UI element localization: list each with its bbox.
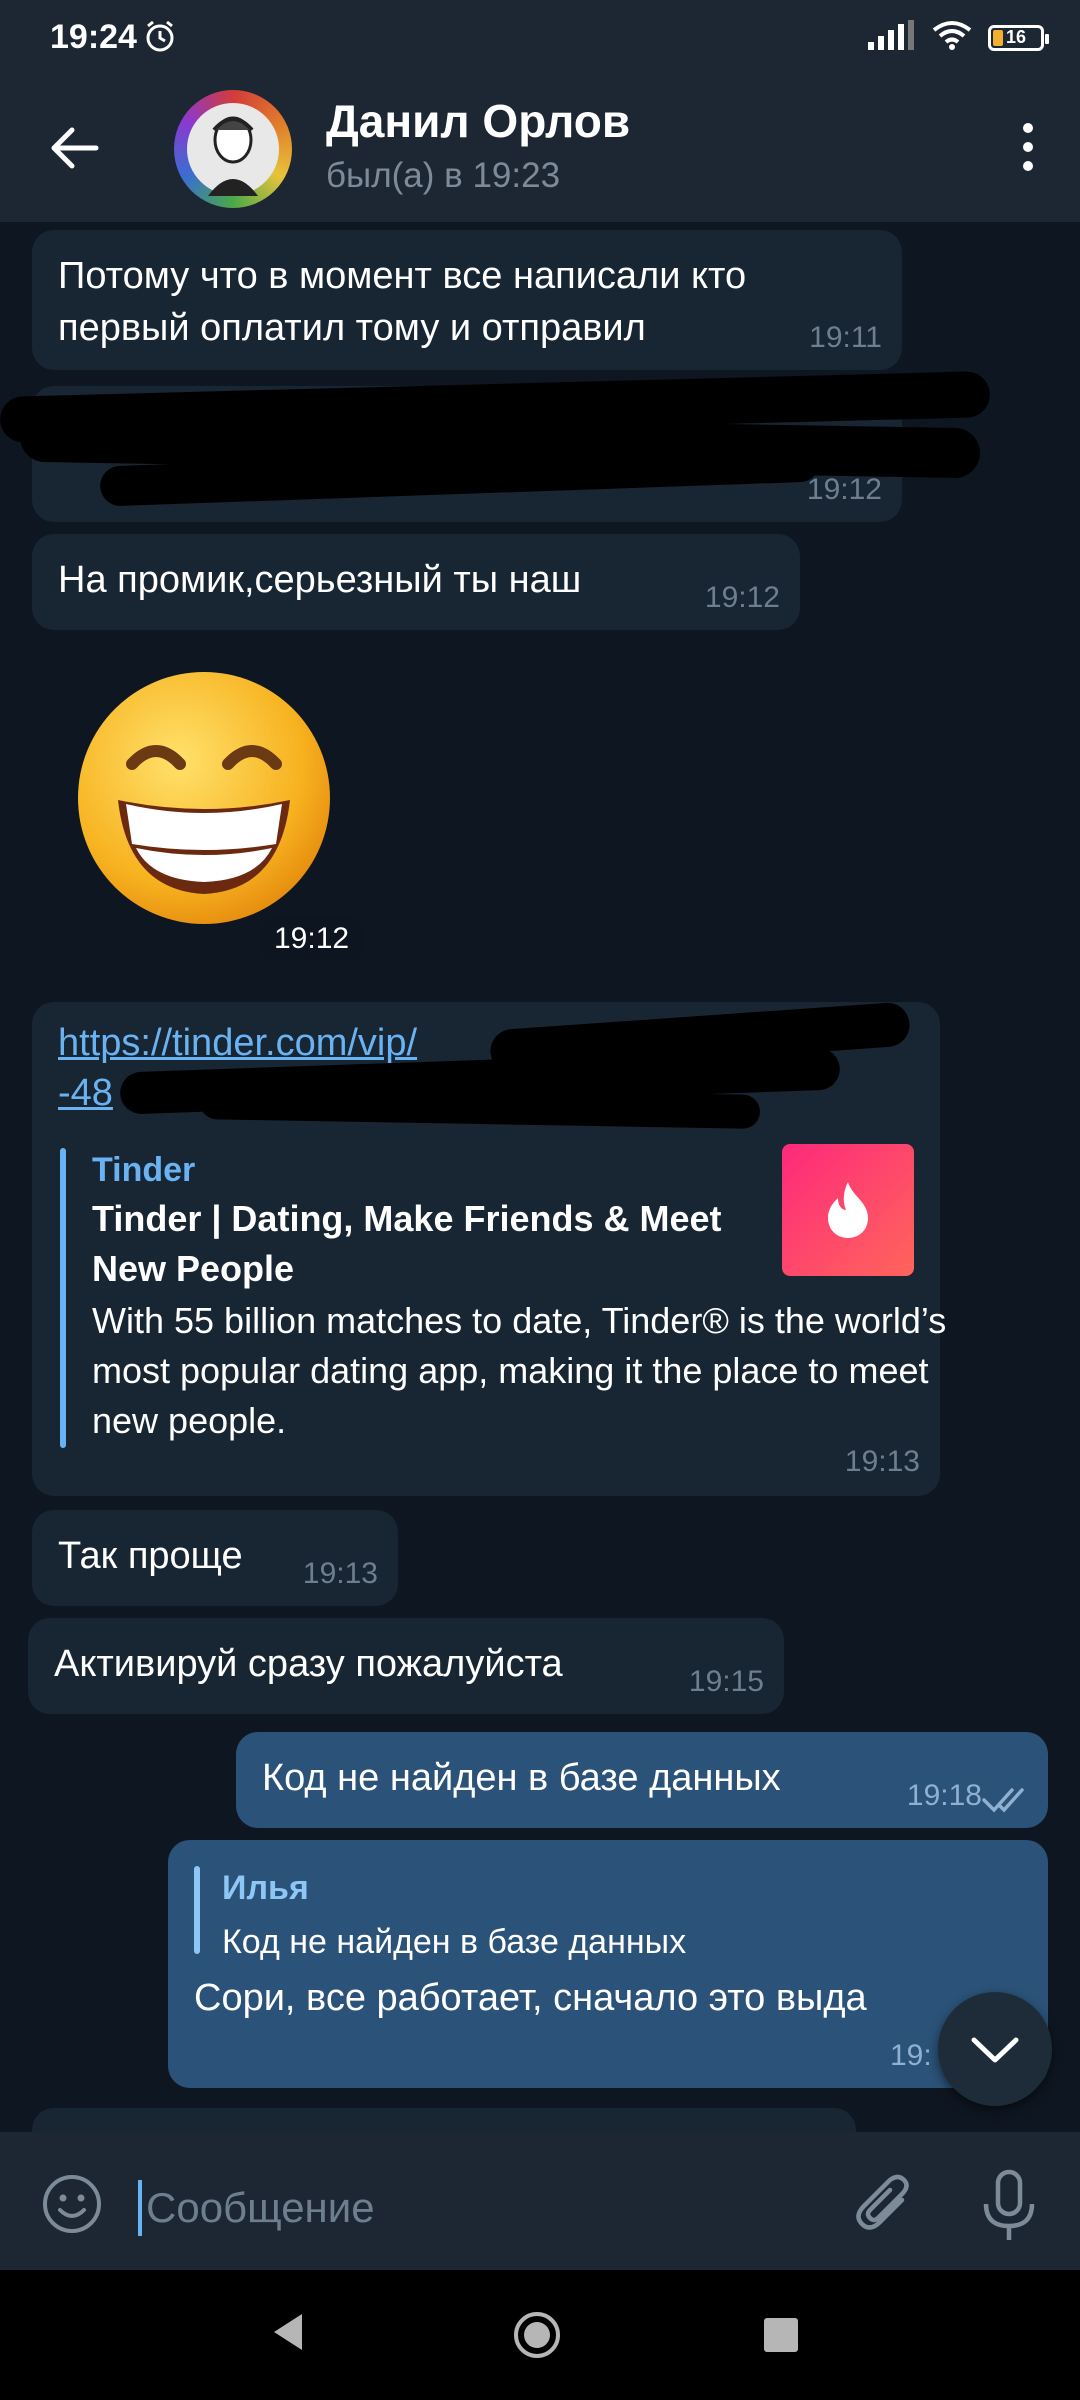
battery-level: 16 bbox=[1005, 27, 1027, 47]
avatar[interactable] bbox=[174, 90, 292, 208]
reply-sender-name: Илья bbox=[222, 1869, 309, 1907]
double-check-icon bbox=[982, 1788, 1024, 1813]
message-time: 19:18 bbox=[906, 1779, 982, 1812]
system-navigation-bar bbox=[0, 2270, 1080, 2400]
emoji-icon[interactable] bbox=[40, 2172, 104, 2236]
message-time: 19: bbox=[890, 2039, 932, 2072]
back-button[interactable] bbox=[44, 117, 106, 179]
message-bubble-incoming[interactable]: Так проще 19:13 bbox=[32, 1510, 398, 1606]
message-bubble-incoming[interactable]: Потому что в момент все написали кто пер… bbox=[32, 230, 902, 370]
message-bubble-incoming[interactable] bbox=[32, 2108, 856, 2132]
contact-status: был(а) в 19:23 bbox=[326, 156, 561, 195]
reply-quoted-text: Код не найден в базе данных bbox=[222, 1923, 687, 1961]
nav-back-icon[interactable] bbox=[270, 2312, 306, 2352]
message-bubble-outgoing-reply[interactable]: Илья Код не найден в базе данных Сори, в… bbox=[168, 1840, 1048, 2088]
signal-icon bbox=[868, 20, 916, 55]
status-icons: 16 bbox=[868, 20, 1049, 55]
chat-header: Данил Орлов был(а) в 19:23 bbox=[0, 72, 1080, 222]
message-text: Сори, все работает, сначало это выда bbox=[194, 1977, 867, 2019]
message-input[interactable] bbox=[140, 2176, 812, 2240]
sticker-message[interactable] bbox=[74, 668, 334, 928]
message-text: Потому что в момент все написали кто пер… bbox=[58, 255, 747, 349]
preview-title: Tinder | Dating, Make Friends & Meet New… bbox=[92, 1198, 722, 1289]
chevron-down-icon bbox=[971, 2037, 1019, 2063]
message-bubble-outgoing[interactable]: Код не найден в базе данных 19:18 bbox=[236, 1732, 1048, 1828]
message-time: 19:12 bbox=[260, 918, 364, 960]
status-time: 19:24 bbox=[50, 18, 137, 56]
grinning-face-sticker bbox=[78, 672, 330, 924]
message-bubble-incoming[interactable]: На промик,серьезный ты наш 19:12 bbox=[32, 534, 800, 630]
more-menu-button[interactable] bbox=[1000, 114, 1056, 180]
message-bubble-incoming[interactable]: Активируй сразу пожалуйста 19:15 bbox=[28, 1618, 784, 1714]
alarm-icon bbox=[142, 18, 178, 59]
paperclip-icon[interactable] bbox=[850, 2170, 920, 2240]
status-bar: 19:24 16 bbox=[0, 0, 1080, 72]
message-list[interactable]: Потому что в момент все написали кто пер… bbox=[0, 222, 1080, 2132]
arrow-left-icon bbox=[51, 127, 99, 169]
link-url-line1[interactable]: https://tinder.com/vip/ bbox=[58, 1018, 417, 1068]
message-time: 19:12 bbox=[704, 581, 780, 614]
message-time: 19:13 bbox=[844, 1445, 920, 1478]
microphone-icon[interactable] bbox=[974, 2168, 1044, 2244]
nav-recents-icon[interactable] bbox=[764, 2318, 798, 2352]
tinder-logo-thumbnail[interactable] bbox=[782, 1144, 914, 1276]
wifi-icon bbox=[932, 20, 972, 55]
message-text: На промик,серьезный ты наш bbox=[58, 559, 582, 601]
preview-accent-bar bbox=[60, 1148, 66, 1448]
reply-accent-bar bbox=[194, 1866, 200, 1954]
message-composer bbox=[0, 2132, 1080, 2270]
message-time: 19:13 bbox=[302, 1557, 378, 1590]
message-text: Активируй сразу пожалуйста bbox=[54, 1643, 563, 1685]
nav-home-icon[interactable] bbox=[512, 2310, 562, 2360]
message-time: 19:15 bbox=[688, 1665, 764, 1698]
flame-icon bbox=[828, 1182, 868, 1238]
battery-icon: 16 bbox=[988, 24, 1049, 51]
preview-description: With 55 billion matches to date, Tinder®… bbox=[92, 1300, 947, 1441]
message-time: 19:11 bbox=[809, 321, 882, 354]
contact-name[interactable]: Данил Орлов bbox=[326, 94, 630, 148]
preview-site-name: Tinder bbox=[92, 1151, 196, 1189]
scroll-down-button[interactable] bbox=[938, 1992, 1052, 2106]
